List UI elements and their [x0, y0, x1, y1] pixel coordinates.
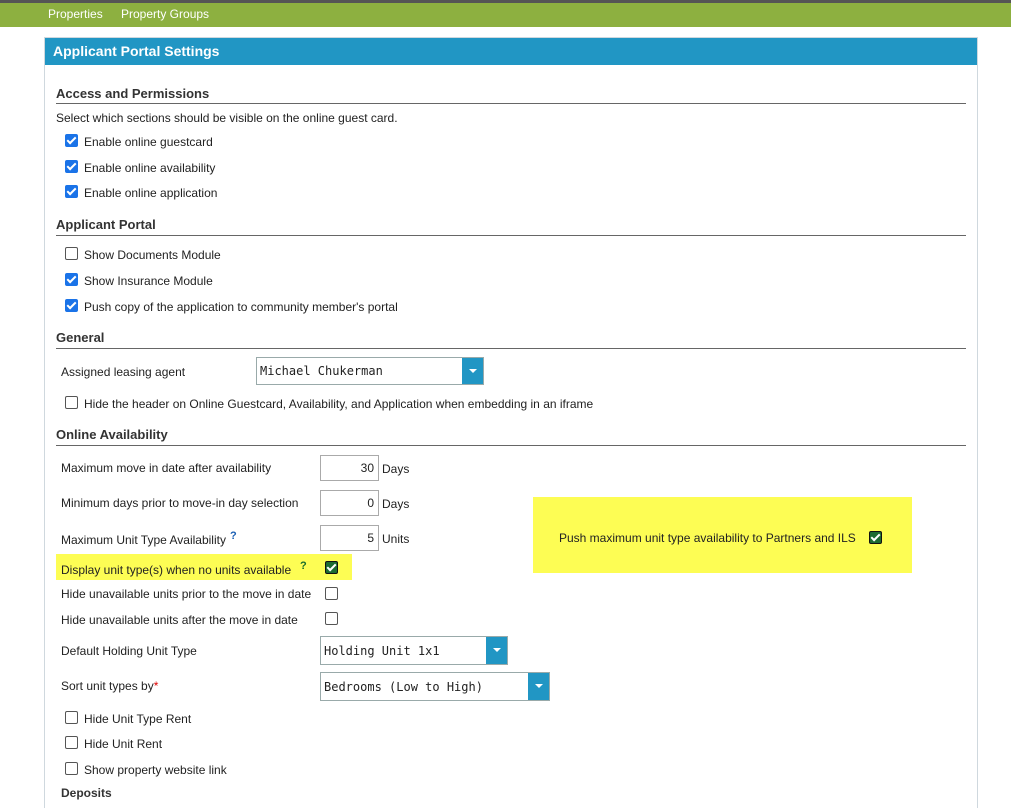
top-nav: Properties Property Groups [0, 3, 1011, 27]
enable-application-label: Enable online application [84, 186, 218, 200]
section-divider [56, 445, 966, 446]
hide-after-checkbox[interactable] [325, 612, 338, 625]
hide-prior-checkbox[interactable] [325, 587, 338, 600]
hide-prior-label: Hide unavailable units prior to the move… [61, 587, 312, 601]
sort-unit-select[interactable]: Bedrooms (Low to High) [320, 672, 550, 701]
enable-availability-checkbox[interactable] [65, 160, 78, 173]
help-icon[interactable]: ? [300, 560, 307, 572]
hide-unit-rent-label: Hide Unit Rent [84, 737, 163, 751]
section-divider [56, 348, 966, 349]
sort-unit-label: Sort unit types by* [61, 679, 158, 693]
holding-unit-value: Holding Unit 1x1 [324, 644, 440, 658]
holding-unit-label: Default Holding Unit Type [61, 644, 197, 658]
enable-availability-label: Enable online availability [84, 161, 216, 175]
leasing-agent-select[interactable]: Michael Chukerman [256, 357, 484, 385]
panel-title: Applicant Portal Settings [53, 43, 220, 59]
enable-application-checkbox[interactable] [65, 185, 78, 198]
hide-unit-rent-checkbox[interactable] [65, 736, 78, 749]
min-days-input[interactable]: 0 [320, 490, 379, 516]
sort-unit-value: Bedrooms (Low to High) [324, 680, 483, 694]
sort-unit-label-text: Sort unit types by [61, 679, 154, 693]
access-description: Select which sections should be visible … [56, 111, 398, 125]
max-unit-unit: Units [382, 532, 410, 546]
show-website-link-label: Show property website link [84, 763, 227, 777]
holding-unit-select[interactable]: Holding Unit 1x1 [320, 636, 508, 665]
max-move-input[interactable]: 30 [320, 455, 379, 481]
hide-header-checkbox[interactable] [65, 396, 78, 409]
panel-header: Applicant Portal Settings [45, 38, 977, 65]
hide-unit-type-rent-checkbox[interactable] [65, 711, 78, 724]
display-unit-checkbox[interactable] [325, 561, 338, 574]
help-icon[interactable]: ? [230, 530, 237, 542]
chevron-down-icon[interactable] [486, 637, 507, 664]
section-title-general: General [56, 330, 105, 345]
push-copy-label: Push copy of the application to communit… [84, 300, 398, 314]
nav-properties[interactable]: Properties [48, 7, 103, 21]
max-move-unit: Days [382, 462, 410, 476]
section-title-deposits: Deposits [61, 786, 112, 800]
push-availability-checkbox[interactable] [869, 531, 882, 544]
show-insurance-checkbox[interactable] [65, 273, 78, 286]
push-copy-checkbox[interactable] [65, 299, 78, 312]
show-insurance-label: Show Insurance Module [84, 274, 213, 288]
min-days-label: Minimum days prior to move-in day select… [61, 496, 299, 510]
chevron-down-icon[interactable] [462, 358, 483, 384]
enable-guestcard-checkbox[interactable] [65, 134, 78, 147]
section-title-access: Access and Permissions [56, 86, 210, 101]
leasing-agent-label: Assigned leasing agent [61, 365, 186, 379]
chevron-down-icon[interactable] [528, 673, 549, 700]
hide-unit-type-rent-label: Hide Unit Type Rent [84, 712, 192, 726]
hide-after-label: Hide unavailable units after the move in… [61, 613, 298, 627]
show-documents-checkbox[interactable] [65, 247, 78, 260]
section-title-availability: Online Availability [56, 427, 168, 442]
settings-panel: Applicant Portal Settings Access and Per… [44, 37, 978, 808]
hide-header-label: Hide the header on Online Guestcard, Ava… [84, 397, 594, 411]
enable-guestcard-label: Enable online guestcard [84, 135, 213, 149]
show-documents-label: Show Documents Module [84, 248, 221, 262]
nav-property-groups[interactable]: Property Groups [121, 7, 209, 21]
max-move-label: Maximum move in date after availability [61, 461, 272, 475]
push-availability-label: Push maximum unit type availability to P… [559, 531, 856, 545]
display-unit-label: Display unit type(s) when no units avail… [61, 563, 292, 577]
section-divider [56, 103, 966, 104]
required-marker: * [153, 679, 159, 693]
max-unit-input[interactable]: 5 [320, 525, 379, 551]
leasing-agent-value: Michael Chukerman [260, 364, 383, 378]
section-title-portal: Applicant Portal [56, 217, 156, 232]
min-days-unit: Days [382, 497, 410, 511]
max-unit-label: Maximum Unit Type Availability [61, 533, 226, 547]
show-website-link-checkbox[interactable] [65, 762, 78, 775]
section-divider [56, 235, 966, 236]
